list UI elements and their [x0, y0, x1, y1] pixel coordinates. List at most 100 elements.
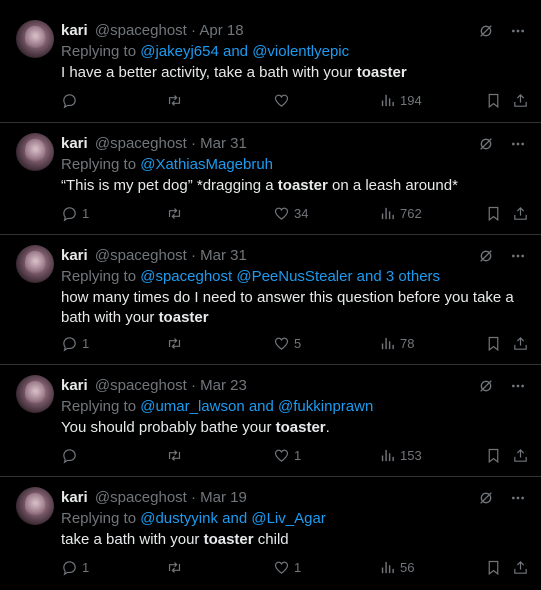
more-icon[interactable] — [509, 489, 527, 507]
heart-icon — [274, 94, 289, 107]
tweet[interactable]: kari @spaceghost · Apr 18 Replying to @j… — [0, 10, 541, 123]
separator: · — [186, 489, 201, 506]
views-icon — [381, 561, 394, 574]
grok-icon[interactable] — [477, 22, 495, 40]
timestamp[interactable]: Apr 18 — [199, 22, 243, 39]
handle[interactable]: @spaceghost — [95, 247, 187, 264]
tweet-text-part: how many times do I need to answer this … — [61, 289, 514, 326]
reply-button[interactable]: 1 — [61, 335, 89, 352]
mention-link[interactable]: @XathiasMagebruh — [140, 156, 273, 173]
bookmark-button[interactable] — [485, 205, 502, 222]
replying-suffix[interactable]: and 3 others — [352, 268, 440, 285]
highlighted-keyword: toaster — [275, 419, 326, 436]
grok-icon[interactable] — [477, 377, 495, 395]
handle[interactable]: @spaceghost — [95, 377, 187, 394]
tweet-tools — [477, 22, 527, 40]
mention-link[interactable]: @fukkinprawn — [278, 398, 373, 415]
display-name[interactable]: kari — [61, 489, 88, 506]
replying-joiner: and — [218, 43, 253, 60]
heart-icon — [274, 207, 289, 220]
display-name[interactable]: kari — [61, 135, 88, 152]
tweet[interactable]: kari @spaceghost · Mar 23 Replying to @u… — [0, 365, 541, 477]
reply-feed: kari @spaceghost · Apr 18 Replying to @j… — [0, 0, 541, 590]
timestamp[interactable]: Mar 19 — [200, 489, 247, 506]
share-icon — [514, 206, 527, 220]
retweet-icon — [168, 208, 181, 219]
mention-link[interactable]: @violentlyepic — [252, 43, 349, 60]
tweet-text: “This is my pet dog” *dragging a toaster… — [61, 176, 526, 196]
bookmark-button[interactable] — [485, 92, 502, 109]
timestamp[interactable]: Mar 31 — [200, 247, 247, 264]
handle[interactable]: @spaceghost — [95, 22, 187, 39]
views-button[interactable]: 153 — [379, 447, 422, 464]
like-button[interactable]: 1 — [273, 559, 301, 576]
avatar[interactable] — [16, 20, 54, 58]
reply-count: 1 — [82, 206, 90, 221]
like-count: 1 — [294, 448, 302, 463]
views-button[interactable]: 78 — [379, 335, 414, 352]
handle[interactable]: @spaceghost — [95, 489, 187, 506]
mention-link[interactable]: @umar_lawson — [140, 398, 244, 415]
heart-icon — [274, 561, 289, 574]
grok-icon[interactable] — [477, 135, 495, 153]
mention-link[interactable]: @dustyyink — [140, 510, 218, 527]
bookmark-button[interactable] — [485, 335, 502, 352]
grok-icon[interactable] — [477, 247, 495, 265]
tweet[interactable]: kari @spaceghost · Mar 19 Replying to @d… — [0, 477, 541, 590]
more-icon[interactable] — [509, 247, 527, 265]
reply-button[interactable]: 1 — [61, 559, 89, 576]
avatar[interactable] — [16, 487, 54, 525]
reply-button[interactable]: 1 — [61, 205, 89, 222]
like-button[interactable] — [273, 92, 294, 109]
display-name[interactable]: kari — [61, 377, 88, 394]
mention-link[interactable]: @PeeNusStealer — [236, 268, 352, 285]
more-icon[interactable] — [509, 22, 527, 40]
views-button[interactable]: 56 — [379, 559, 414, 576]
timestamp[interactable]: Mar 23 — [200, 377, 247, 394]
retweet-button[interactable] — [166, 205, 187, 222]
view-count: 56 — [400, 560, 415, 575]
mention-link[interactable]: @jakeyj654 — [140, 43, 219, 60]
tweet-text-part: on a leash around* — [327, 177, 458, 194]
share-button[interactable] — [512, 92, 529, 109]
reply-button[interactable] — [61, 92, 82, 109]
retweet-button[interactable] — [166, 335, 187, 352]
like-button[interactable]: 5 — [273, 335, 301, 352]
retweet-button[interactable] — [166, 559, 187, 576]
share-icon — [514, 336, 527, 350]
bookmark-button[interactable] — [485, 447, 502, 464]
tweet-header: kari @spaceghost · Mar 31 — [61, 247, 247, 265]
tweet[interactable]: kari @spaceghost · Mar 31 Replying to @s… — [0, 235, 541, 365]
retweet-button[interactable] — [166, 92, 187, 109]
share-button[interactable] — [512, 205, 529, 222]
share-button[interactable] — [512, 447, 529, 464]
tweet-text: take a bath with your toaster child — [61, 530, 526, 550]
tweet[interactable]: kari @spaceghost · Mar 31 Replying to @X… — [0, 123, 541, 235]
views-button[interactable]: 762 — [379, 205, 422, 222]
share-button[interactable] — [512, 559, 529, 576]
mention-link[interactable]: @spaceghost — [140, 268, 232, 285]
avatar[interactable] — [16, 375, 54, 413]
more-icon[interactable] — [509, 135, 527, 153]
heart-icon — [274, 449, 289, 462]
more-icon[interactable] — [509, 377, 527, 395]
mention-link[interactable]: @Liv_Agar — [251, 510, 325, 527]
retweet-button[interactable] — [166, 447, 187, 464]
reply-button[interactable] — [61, 447, 82, 464]
share-button[interactable] — [512, 335, 529, 352]
reply-icon — [63, 449, 76, 464]
views-button[interactable]: 194 — [379, 92, 422, 109]
bookmark-button[interactable] — [485, 559, 502, 576]
grok-icon[interactable] — [477, 489, 495, 507]
avatar[interactable] — [16, 133, 54, 171]
like-button[interactable]: 1 — [273, 447, 301, 464]
display-name[interactable]: kari — [61, 22, 88, 39]
replying-prefix: Replying to — [61, 268, 141, 285]
like-button[interactable]: 34 — [273, 205, 308, 222]
tweet-header: kari @spaceghost · Mar 23 — [61, 377, 247, 395]
share-icon — [514, 560, 527, 574]
avatar[interactable] — [16, 245, 54, 283]
handle[interactable]: @spaceghost — [95, 135, 187, 152]
display-name[interactable]: kari — [61, 247, 88, 264]
timestamp[interactable]: Mar 31 — [200, 135, 247, 152]
